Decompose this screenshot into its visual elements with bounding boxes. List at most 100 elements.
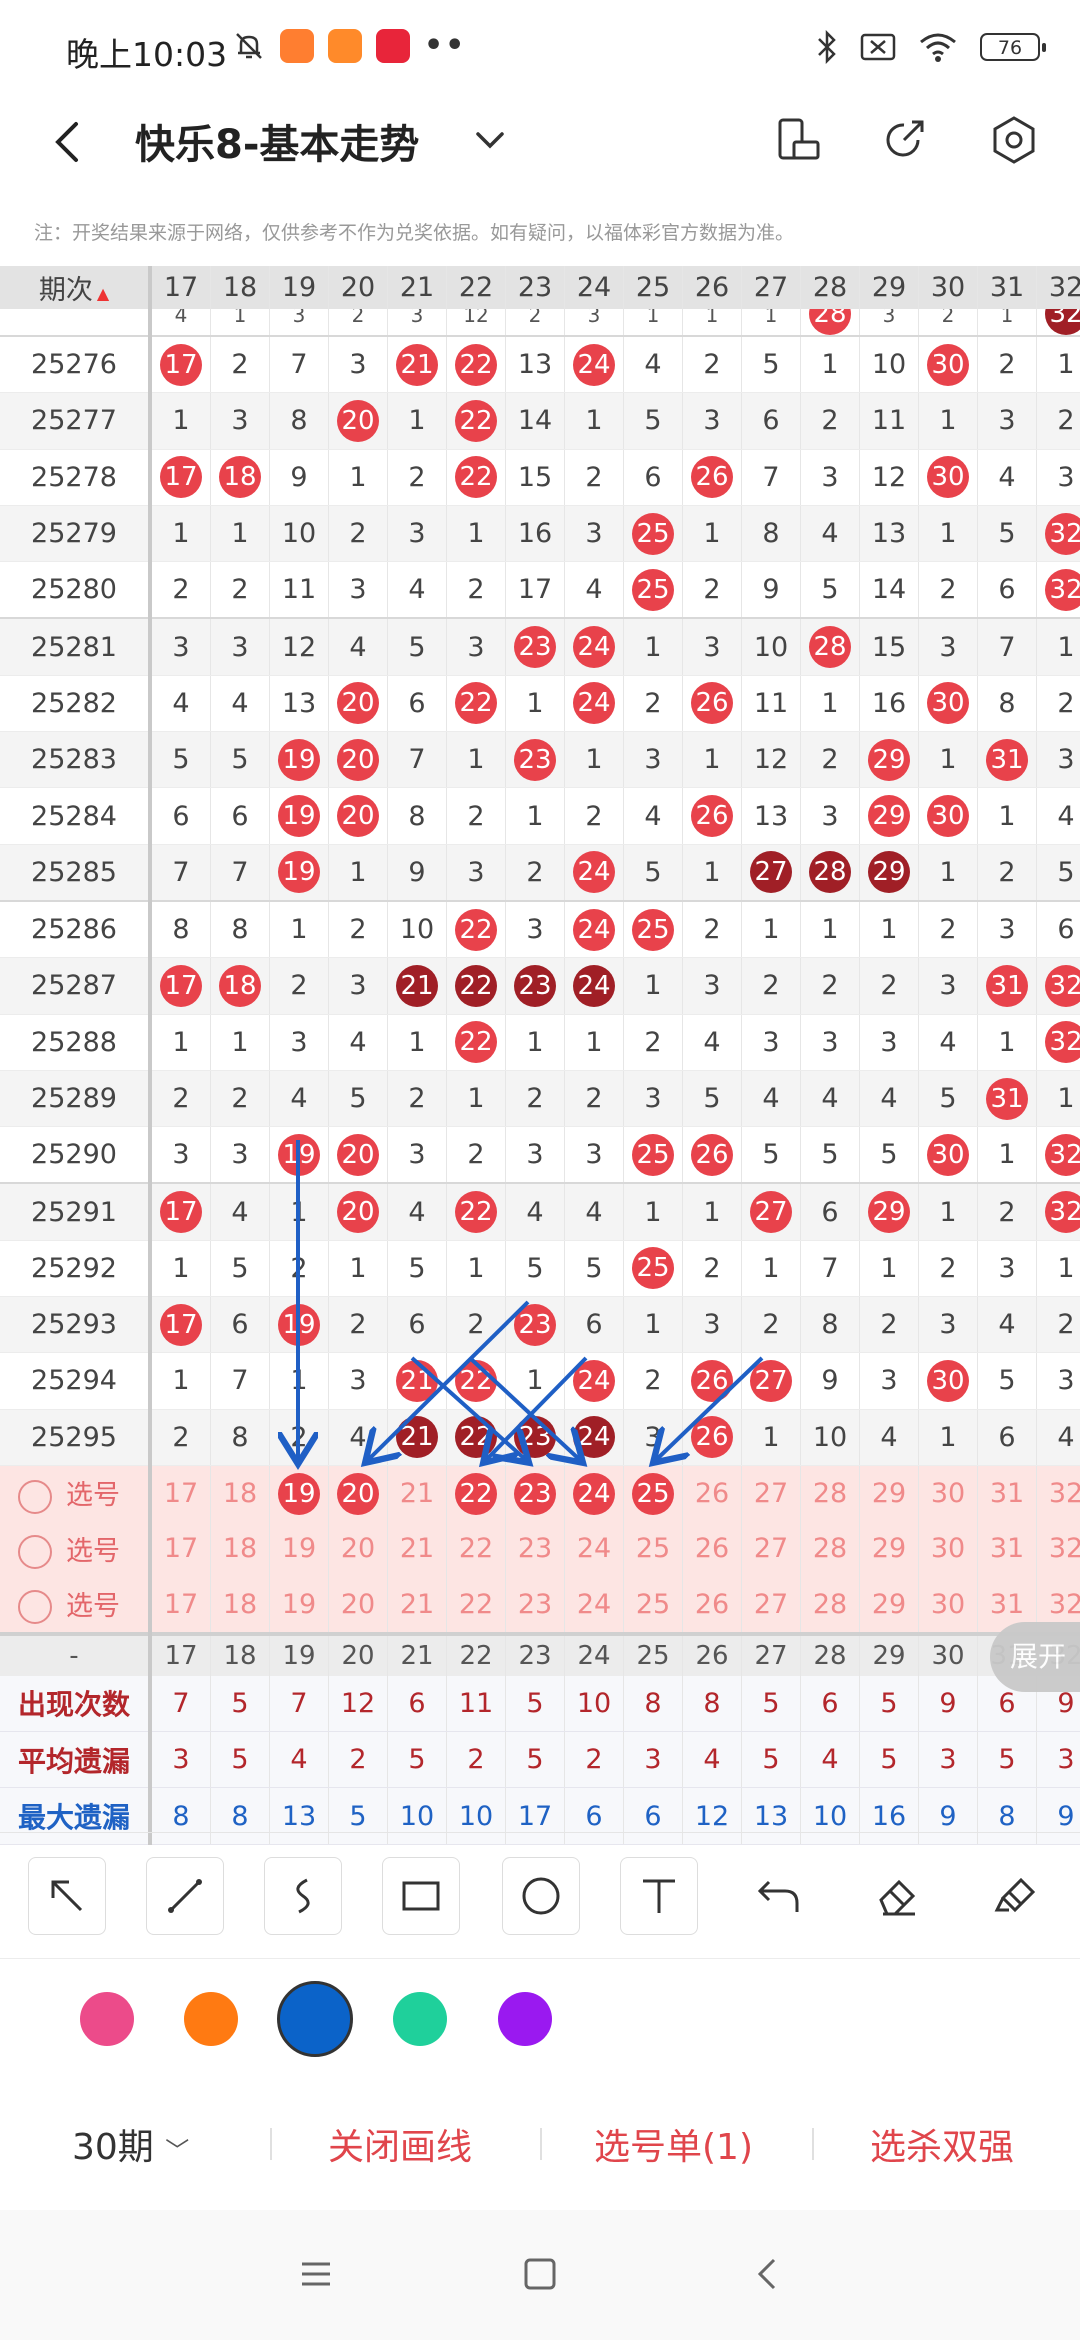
table-cell: 7 xyxy=(387,731,447,789)
color-swatch[interactable] xyxy=(393,1992,447,2046)
expand-button[interactable]: 展开 xyxy=(990,1622,1080,1692)
pick-number[interactable]: 18 xyxy=(210,1465,270,1522)
pick-number[interactable]: 23 xyxy=(505,1521,565,1577)
table-cell: 1 xyxy=(800,899,860,959)
pick-number[interactable]: 27 xyxy=(741,1465,801,1522)
pick-number[interactable]: 17 xyxy=(150,1465,211,1522)
settings-icon[interactable] xyxy=(988,114,1040,166)
pick-row-toggle[interactable]: 选号 xyxy=(0,1576,152,1634)
arrow-tool[interactable] xyxy=(28,1857,106,1935)
pick-number[interactable]: 25 xyxy=(623,1521,683,1577)
pick-list-button[interactable]: 选号单(1) xyxy=(594,2118,753,2170)
share-icon[interactable] xyxy=(878,114,930,166)
radio-button[interactable] xyxy=(18,1479,52,1514)
back-button[interactable] xyxy=(40,114,96,170)
pick-number[interactable]: 24 xyxy=(564,1465,624,1522)
pick-number[interactable]: 20 xyxy=(328,1521,388,1577)
home-icon[interactable] xyxy=(520,2254,560,2294)
pick-number[interactable]: 18 xyxy=(210,1521,270,1577)
rect-tool[interactable] xyxy=(382,1857,460,1935)
pick-number[interactable]: 27 xyxy=(741,1521,801,1577)
circle-tool[interactable] xyxy=(502,1857,580,1935)
pick-number[interactable]: 26 xyxy=(682,1576,742,1634)
line-tool[interactable] xyxy=(146,1857,224,1935)
table-cell: 3 xyxy=(741,1014,801,1071)
pick-number[interactable]: 20 xyxy=(328,1465,388,1522)
pick-number[interactable]: 23 xyxy=(505,1465,565,1522)
pick-number[interactable]: 19 xyxy=(269,1465,329,1522)
pick-number[interactable]: 28 xyxy=(800,1576,860,1634)
pick-number[interactable]: 21 xyxy=(387,1465,447,1522)
pick-number[interactable]: 17 xyxy=(150,1576,211,1634)
pick-number[interactable]: 29 xyxy=(859,1521,919,1577)
pick-number[interactable]: 29 xyxy=(859,1576,919,1634)
pick-number[interactable]: 22 xyxy=(446,1465,506,1522)
pick-number[interactable]: 23 xyxy=(505,1576,565,1634)
pick-row-toggle[interactable]: 选号 xyxy=(0,1521,152,1577)
pick-number[interactable]: 31 xyxy=(977,1465,1037,1522)
radio-button[interactable] xyxy=(18,1590,52,1625)
menu-icon[interactable] xyxy=(296,2254,336,2294)
pick-number[interactable]: 21 xyxy=(387,1576,447,1634)
pick-number[interactable]: 22 xyxy=(446,1576,506,1634)
pick-number[interactable]: 18 xyxy=(210,1576,270,1634)
drawn-number-ball: 32 xyxy=(1045,1191,1080,1234)
pick-number[interactable]: 26 xyxy=(682,1521,742,1577)
pick-number[interactable]: 22 xyxy=(446,1521,506,1577)
pick-number[interactable]: 30 xyxy=(918,1521,978,1577)
table-cell: 3 xyxy=(623,731,683,789)
pick-number[interactable]: 25 xyxy=(623,1465,683,1522)
kill-strong-button[interactable]: 选杀双强 xyxy=(870,2118,1014,2170)
color-swatch[interactable] xyxy=(277,1981,353,2057)
undo-tool[interactable] xyxy=(740,1857,818,1935)
pick-number[interactable]: 25 xyxy=(623,1576,683,1634)
period-header[interactable]: 期次 ▲ xyxy=(0,266,152,309)
pick-number[interactable]: 21 xyxy=(387,1521,447,1577)
pick-number[interactable]: 31 xyxy=(977,1521,1037,1577)
color-swatch[interactable] xyxy=(80,1992,134,2046)
rotate-screen-icon[interactable] xyxy=(772,114,824,166)
pick-number[interactable]: 28 xyxy=(800,1465,860,1522)
pick-number[interactable]: 24 xyxy=(564,1576,624,1634)
eraser-tool[interactable] xyxy=(858,1857,936,1935)
color-swatch[interactable] xyxy=(498,1992,552,2046)
pick-number[interactable]: 30 xyxy=(918,1465,978,1522)
table-cell: 1 xyxy=(682,1182,742,1241)
table-cell: 2 xyxy=(977,335,1037,394)
clear-tool[interactable] xyxy=(976,1857,1054,1935)
table-cell: 2 xyxy=(918,309,978,337)
drawn-number-ball: 22 xyxy=(455,682,497,725)
table-cell: 17 xyxy=(505,561,565,619)
drawn-number-ball: 20 xyxy=(337,738,379,781)
pick-number[interactable]: 27 xyxy=(741,1576,801,1634)
color-swatch[interactable] xyxy=(184,1992,238,2046)
pick-number[interactable]: 32 xyxy=(1036,1465,1080,1522)
pick-row-toggle[interactable]: 选号 xyxy=(0,1465,152,1522)
pick-number[interactable]: 19 xyxy=(269,1521,329,1577)
table-cell: 4 xyxy=(918,1014,978,1071)
pick-number[interactable]: 17 xyxy=(150,1521,211,1577)
chevron-down-icon[interactable] xyxy=(470,120,510,160)
sort-arrows-icon[interactable]: ▲ xyxy=(97,284,109,303)
pick-number[interactable]: 20 xyxy=(328,1576,388,1634)
pick-number[interactable]: 26 xyxy=(682,1465,742,1522)
stat-value: 2 xyxy=(564,1731,624,1789)
text-tool[interactable] xyxy=(620,1857,698,1935)
curve-tool[interactable] xyxy=(264,1857,342,1935)
pick-number[interactable]: 28 xyxy=(800,1521,860,1577)
period-selector[interactable]: 30期 ﹀ xyxy=(72,2118,189,2170)
pick-number[interactable]: 24 xyxy=(564,1521,624,1577)
pick-number[interactable]: 30 xyxy=(918,1576,978,1634)
column-header: 27 xyxy=(741,266,801,309)
table-cell: 2 xyxy=(800,957,860,1015)
pick-number[interactable]: 32 xyxy=(1036,1521,1080,1577)
back-nav-icon[interactable] xyxy=(748,2254,788,2294)
drawn-number-ball: 23 xyxy=(514,1416,556,1459)
pick-number[interactable]: 19 xyxy=(269,1576,329,1634)
pick-number[interactable]: 29 xyxy=(859,1465,919,1522)
stat-value: 11 xyxy=(446,1675,506,1733)
close-drawing-button[interactable]: 关闭画线 xyxy=(328,2118,472,2170)
column-footer: 24 xyxy=(564,1631,624,1676)
radio-button[interactable] xyxy=(18,1535,52,1570)
page-title[interactable]: 快乐8-基本走势 xyxy=(135,112,419,170)
